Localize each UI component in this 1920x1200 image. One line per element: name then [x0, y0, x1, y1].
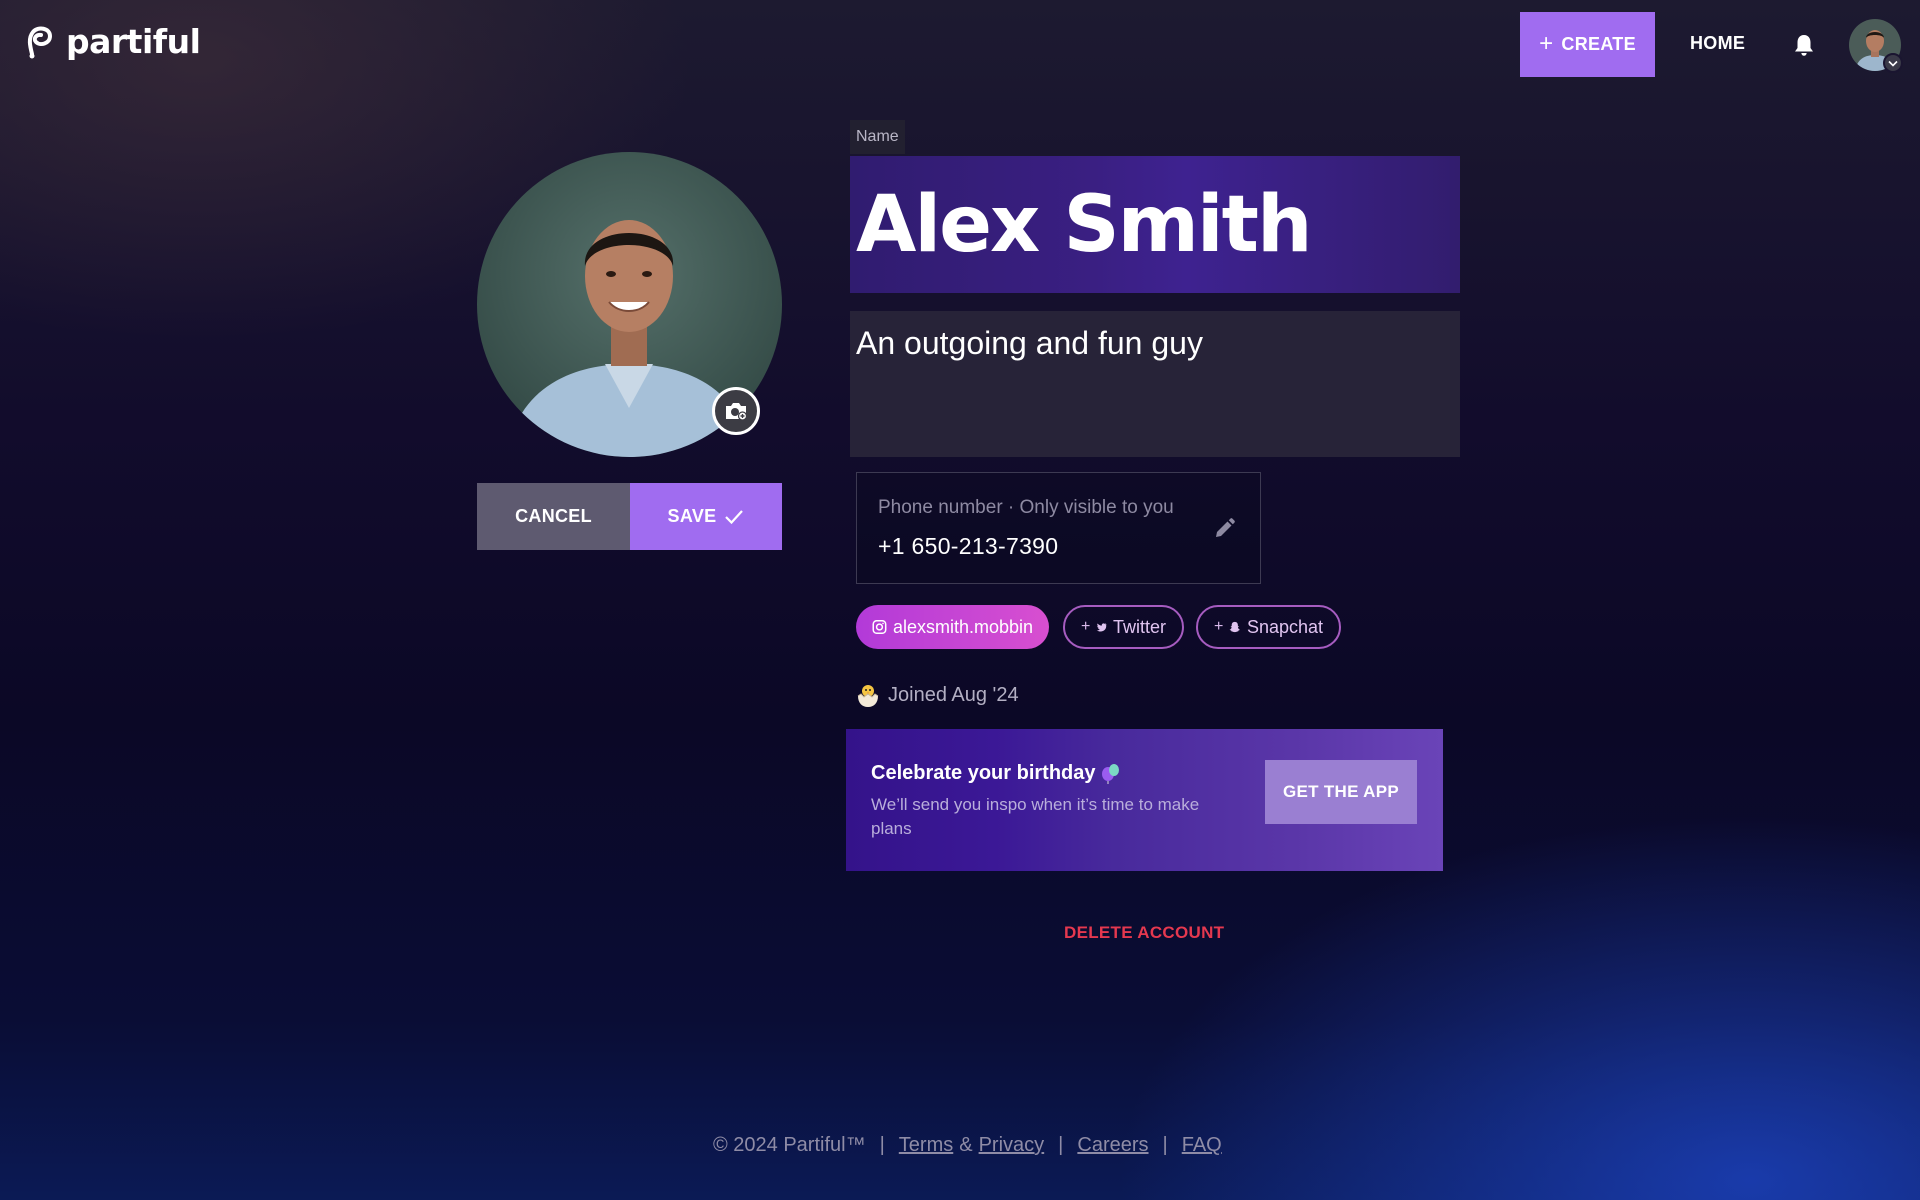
footer-separator: |	[1058, 1134, 1064, 1156]
cancel-button[interactable]: CANCEL	[477, 483, 630, 550]
add-twitter-chip[interactable]: + Twitter	[1063, 605, 1184, 649]
chevron-down-icon	[1883, 53, 1903, 73]
promo-title: Celebrate your birthday	[871, 762, 1122, 785]
snapchat-ghost-icon	[1229, 621, 1241, 633]
promo-subtitle: We’ll send you inspo when it’s time to m…	[871, 795, 1200, 838]
phone-number-field[interactable]: Phone number · Only visible to you +1 65…	[856, 472, 1261, 584]
user-avatar-menu[interactable]	[1849, 19, 1903, 73]
hatching-chick-icon	[857, 685, 879, 707]
bell-icon[interactable]	[1793, 33, 1815, 57]
plus-icon: +	[1539, 29, 1554, 57]
plus-icon: +	[1214, 618, 1224, 635]
checkmark-icon	[725, 509, 744, 524]
instagram-icon	[872, 620, 887, 634]
create-label: CREATE	[1561, 34, 1636, 54]
snapchat-label: Snapchat	[1246, 616, 1323, 637]
terms-link[interactable]: Terms	[899, 1134, 953, 1157]
partiful-logo-icon	[27, 26, 53, 58]
name-field-label: Name	[850, 120, 905, 154]
plus-icon: +	[1081, 618, 1091, 635]
footer-copyright: © 2024 Partiful™	[713, 1134, 866, 1156]
add-snapchat-chip[interactable]: + Snapchat	[1196, 605, 1341, 649]
partiful-logo[interactable]: partiful	[24, 22, 201, 61]
twitter-label: Twitter	[1112, 616, 1166, 637]
footer-separator: |	[879, 1134, 885, 1156]
footer-separator: |	[1162, 1134, 1168, 1156]
get-the-app-button[interactable]: GET THE APP	[1265, 760, 1417, 824]
instagram-handle: alexsmith.mobbin	[892, 616, 1033, 637]
save-button[interactable]: SAVE	[630, 483, 782, 550]
create-button[interactable]: + CREATE	[1520, 12, 1655, 77]
home-link[interactable]: HOME	[1690, 33, 1745, 54]
brand-name: partiful	[66, 22, 201, 61]
save-label: SAVE	[667, 506, 717, 526]
privacy-link[interactable]: Privacy	[979, 1134, 1045, 1157]
footer-ampersand: &	[959, 1134, 973, 1156]
change-photo-camera-icon[interactable]	[712, 387, 760, 435]
name-input[interactable]: Alex Smith	[850, 156, 1460, 293]
delete-account-link[interactable]: DELETE ACCOUNT	[1064, 923, 1224, 943]
joined-label: Joined Aug '24	[888, 683, 1019, 706]
birthday-promo-banner: Celebrate your birthday We’ll send you i…	[846, 729, 1443, 871]
instagram-chip[interactable]: alexsmith.mobbin	[856, 605, 1049, 649]
twitter-bird-icon	[1097, 622, 1107, 631]
phone-number-value: +1 650-213-7390	[878, 533, 1059, 559]
bio-textarea[interactable]: An outgoing and fun guy	[850, 311, 1460, 457]
balloon-icon	[1101, 763, 1119, 784]
faq-link[interactable]: FAQ	[1182, 1134, 1222, 1157]
footer: © 2024 Partiful™ | Terms & Privacy | Car…	[713, 1134, 1222, 1157]
phone-field-label: Phone number · Only visible to you	[878, 497, 1174, 518]
careers-link[interactable]: Careers	[1077, 1134, 1148, 1157]
joined-date: Joined Aug '24	[856, 682, 1019, 708]
pencil-edit-icon[interactable]	[1212, 517, 1236, 541]
